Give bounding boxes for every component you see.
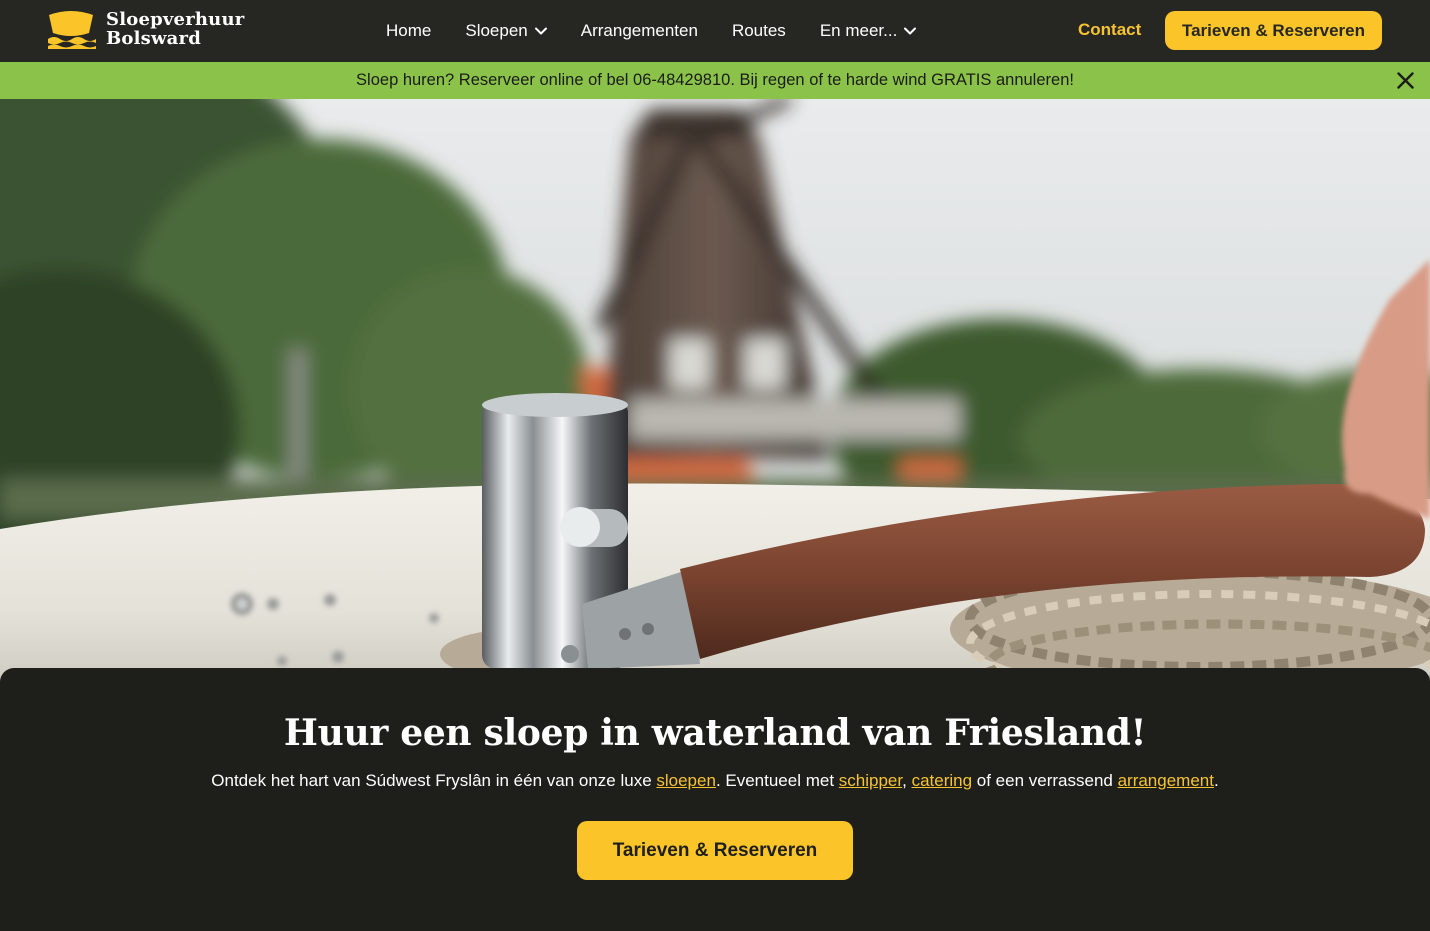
intro-text-part1: Ontdek het hart van Súdwest Fryslân in é…: [211, 771, 657, 790]
main-nav: Home Sloepen Arrangementen Routes En mee…: [386, 0, 950, 62]
chevron-down-icon: [534, 27, 547, 35]
nav-item-label: En meer...: [819, 21, 898, 40]
link-sloepen[interactable]: sloepen: [656, 771, 716, 790]
announcement-text: Sloep huren? Reserveer online of bel 06-…: [356, 71, 1074, 89]
top-navbar: Sloepverhuur Bolsward Home Sloepen Arran…: [0, 0, 1430, 62]
link-schipper[interactable]: schipper: [839, 771, 902, 790]
hero-image: [0, 99, 1430, 699]
brand-name-line2: Bolsward: [106, 28, 202, 49]
close-icon[interactable]: [1397, 72, 1414, 89]
boat-wave-icon: [48, 11, 96, 49]
nav-item-en-meer[interactable]: En meer...: [819, 21, 917, 41]
intro-text-part2: . Eventueel met: [715, 771, 839, 790]
nav-item-routes[interactable]: Routes: [732, 21, 786, 41]
nav-item-label: Arrangementen: [580, 21, 698, 40]
intro-text-separator: ,: [902, 771, 912, 790]
link-arrangement[interactable]: arrangement: [1118, 771, 1214, 790]
intro-text-end: .: [1213, 771, 1219, 790]
intro-panel: Huur een sloep in waterland van Frieslan…: [0, 668, 1430, 931]
link-catering[interactable]: catering: [912, 771, 972, 790]
windmill-boat-photo: [0, 99, 1430, 699]
nav-item-label: Sloepen: [465, 21, 528, 40]
page-title: Huur een sloep in waterland van Frieslan…: [283, 712, 1147, 754]
nav-item-label: Home: [386, 21, 432, 40]
announcement-bar: Sloep huren? Reserveer online of bel 06-…: [0, 62, 1430, 99]
hero-reserve-button[interactable]: Tarieven & Reserveren: [577, 821, 853, 880]
nav-reserve-button[interactable]: Tarieven & Reserveren: [1165, 11, 1382, 50]
intro-text-part3: of een verrassend: [972, 771, 1118, 790]
contact-link[interactable]: Contact: [1078, 20, 1141, 40]
nav-item-sloepen[interactable]: Sloepen: [465, 21, 547, 41]
brand-name-line1: Sloepverhuur: [106, 9, 245, 30]
chevron-down-icon: [904, 27, 917, 35]
brand-logo[interactable]: Sloepverhuur Bolsward: [46, 9, 244, 49]
nav-item-arrangementen[interactable]: Arrangementen: [581, 21, 698, 41]
nav-item-home[interactable]: Home: [386, 21, 431, 41]
intro-text: Ontdek het hart van Súdwest Fryslân in é…: [0, 771, 1430, 791]
brand-name: Sloepverhuur Bolsward: [106, 10, 244, 48]
nav-item-label: Routes: [731, 21, 786, 40]
